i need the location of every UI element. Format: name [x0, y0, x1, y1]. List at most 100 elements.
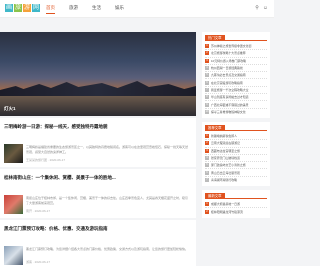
article-title[interactable]: 三明梅岭游一日游：探秘一线天，感受独特丹霞地貌 [4, 124, 108, 130]
panel-divider [224, 35, 267, 41]
panel-header: 最新文章 [205, 193, 267, 200]
panel-header: 推荐文章 [205, 124, 267, 131]
main-content: 灯火1 三明梅岭游一日游：探秘一线天，感受独特丹霞地貌三明梅岭是福建省重要的生态… [0, 32, 196, 266]
rank-badge: 1 [205, 202, 209, 207]
list-item[interactable]: 8 华山到底有多险峻去过才知道 [205, 94, 267, 102]
article-card[interactable]: 桂林南街山庄：一个集休闲、赏樱、美景于一体的胜地... 南街山庄位于桂林市郊，是一… [0, 169, 196, 218]
article-thumbnail[interactable] [4, 246, 23, 265]
list-item-title[interactable]: 九寨沟必去景点及交通指南 [211, 73, 246, 77]
panel-divider [224, 193, 267, 200]
list-item-title[interactable]: 广西北海银滩不容错过的美景 [211, 103, 249, 107]
article-thumbnail[interactable] [4, 144, 23, 163]
logo-char: 画 [5, 4, 13, 12]
rank-badge: 8 [205, 95, 209, 100]
list-item[interactable]: 9 广西北海银滩不容错过的美景 [205, 101, 267, 109]
rank-badge: 5 [205, 73, 209, 78]
rank-badge: 6 [205, 170, 209, 175]
list-item[interactable]: 1 新疆喀纳斯秋色醉人 [205, 133, 267, 141]
nav-item-entertainment[interactable]: 娱乐 [115, 5, 124, 14]
site-header: 画 旅 游 网 首页 旅游 生活 娱乐 ⚲ ☺ [0, 0, 274, 18]
list-item[interactable]: 3 西藏布达拉宫朝圣之旅 [205, 148, 267, 155]
list-item[interactable]: 10 探寻三星堆博物馆神秘文化 [205, 109, 267, 116]
search-icon[interactable]: ⚲ [255, 5, 259, 11]
panel-list: 1 苏州神秘之旅世界级非遗文化街 2 北京旅游攻略十大景点推荐 3 10元特价游入场卷门票… [205, 43, 267, 116]
list-item[interactable]: 6 在北京宫殿游玩攻略指南 [205, 79, 267, 87]
list-item-title[interactable]: 新疆喀纳斯秋色醉人 [211, 134, 237, 138]
sidebar-panel: 最新文章 1 成都大熊猫基地一日游 2 桂林阳朔遇龙河竹筏漂流 [202, 190, 270, 218]
rank-badge: 1 [205, 134, 209, 139]
list-item-title[interactable]: 探寻三星堆博物馆神秘文化 [211, 110, 246, 114]
list-item[interactable]: 2 云南大理双廊古镇游记 [205, 140, 267, 148]
nav-item-home[interactable]: 首页 [46, 5, 55, 14]
list-item-title[interactable]: 北京旅游攻略十大景点推荐 [211, 51, 246, 55]
list-item[interactable]: 7 青海湖环湖骑行攻略 [205, 177, 267, 184]
rank-badge: 2 [205, 51, 209, 56]
site-logo[interactable]: 画 旅 游 网 [5, 4, 40, 12]
list-item-title[interactable]: 华山到底有多险峻去过才知道 [211, 95, 249, 99]
list-item[interactable]: 2 北京旅游攻略十大景点推荐 [205, 50, 267, 58]
list-item[interactable]: 5 厦门鼓浪屿文艺小清新之旅 [205, 162, 267, 170]
logo-char: 网 [32, 4, 40, 12]
panel-title: 热门文章 [205, 35, 225, 41]
article-summary: 南街山庄位于桂林市郊，是一个集休闲、赏樱、美景于一体的好去处。山庄四季景色宜人，… [26, 196, 189, 205]
article-meta: 南开 · 2020-06-17 [26, 209, 51, 213]
nav-item-travel[interactable]: 旅游 [69, 5, 78, 14]
article-meta: 王某某的旅行团 · 2020-06-17 [26, 158, 66, 162]
banner-slide[interactable]: 灯火1 [0, 32, 196, 116]
list-item[interactable]: 7 我爱旅游一千次全程攻略大全 [205, 87, 267, 95]
article-summary: 三明梅岭是福建省重要的生态旅游景区之一，以其独特的丹霞地貌闻名。游客可以在这里观… [26, 145, 189, 154]
article-card[interactable]: 三明梅岭游一日游：探秘一线天，感受独特丹霞地貌三明梅岭是福建省重要的生态旅游景区… [0, 118, 196, 167]
list-item[interactable]: 5 九寨沟必去景点及交通指南 [205, 72, 267, 80]
list-item-title[interactable]: 在北京宫殿游玩攻略指南 [211, 81, 243, 85]
rank-badge: 6 [205, 80, 209, 85]
list-item-title[interactable]: 桂林阳朔遇龙河竹筏漂流 [211, 210, 243, 214]
sidebar-panel: 热门文章 1 苏州神秘之旅世界级非遗文化街 2 北京旅游攻略十大景点推荐 3 10元特价游入… [202, 32, 270, 118]
panel-list: 1 成都大熊猫基地一日游 2 桂林阳朔遇龙河竹筏漂流 [205, 201, 267, 216]
user-icon[interactable]: ☺ [263, 5, 268, 11]
list-item[interactable]: 6 黄山日出云海壮丽景观 [205, 169, 267, 177]
article-title[interactable]: 桂林南街山庄：一个集休闲、赏樱、美景于一体的胜地... [4, 175, 116, 181]
rank-badge: 7 [205, 87, 209, 92]
header-tools: ⚲ ☺ [255, 5, 268, 11]
list-item-title[interactable]: 西藏布达拉宫朝圣之旅 [211, 149, 240, 153]
list-item-title[interactable]: 青海湖环湖骑行攻略 [211, 178, 237, 182]
list-item-title[interactable]: 苏州神秘之旅世界级非遗文化街 [211, 44, 251, 48]
list-item-title[interactable]: 10元特价游入场卷门票攻略 [211, 59, 246, 63]
rank-badge: 5 [205, 163, 209, 168]
panel-divider [224, 125, 267, 131]
rank-badge: 10 [205, 110, 209, 115]
article-card[interactable]: 黑龙江门票预订攻略：价格、优惠、交通及游玩指南黑龙江门票预订攻略，为您详细介绍各… [0, 220, 196, 266]
list-item[interactable]: 2 桂林阳朔遇龙河竹筏漂流 [205, 208, 267, 215]
list-item[interactable]: 1 苏州神秘之旅世界级非遗文化街 [205, 43, 267, 51]
article-summary: 黑龙江门票预订攻略，为您详细介绍各大景点的门票价格、优惠政策、交通方式以及游玩指… [26, 247, 189, 251]
article-title[interactable]: 黑龙江门票预订攻略：价格、优惠、交通及游玩指南 [4, 226, 108, 232]
logo-char: 游 [23, 4, 31, 12]
list-item[interactable]: 4 杭州西湖一日游经典路线 [205, 65, 267, 73]
list-item-title[interactable]: 云南大理双廊古镇游记 [211, 141, 240, 145]
rank-badge: 7 [205, 178, 209, 183]
nav-item-life[interactable]: 生活 [92, 5, 101, 14]
panel-title: 最新文章 [205, 193, 225, 200]
list-item-title[interactable]: 黄山日出云海壮丽景观 [211, 171, 240, 175]
list-item-title[interactable]: 厦门鼓浪屿文艺小清新之旅 [211, 163, 246, 167]
rank-badge: 4 [205, 156, 209, 160]
list-item-title[interactable]: 我爱旅游一千次全程攻略大全 [211, 88, 249, 92]
list-item-title[interactable]: 成都大熊猫基地一日游 [211, 202, 240, 206]
logo-char: 旅 [14, 4, 22, 12]
article-thumbnail[interactable] [4, 195, 23, 214]
sidebar-panel: 推荐文章 1 新疆喀纳斯秋色醉人 2 云南大理双廊古镇游记 3 西藏布达拉宫朝圣之旅 4 张家界… [202, 121, 270, 187]
main-nav: 首页 旅游 生活 娱乐 [46, 5, 124, 14]
panel-title: 推荐文章 [205, 124, 225, 131]
rank-badge: 3 [205, 58, 209, 63]
rank-badge: 2 [205, 141, 209, 146]
list-item-title[interactable]: 杭州西湖一日游经典路线 [211, 66, 243, 70]
article-meta: 游客 · 2020-06-17 [26, 260, 51, 264]
list-item[interactable]: 1 成都大熊猫基地一日游 [205, 201, 267, 209]
rank-badge: 2 [205, 209, 209, 214]
panel-list: 1 新疆喀纳斯秋色醉人 2 云南大理双廊古镇游记 3 西藏布达拉宫朝圣之旅 4 张家界天门山玻… [205, 133, 267, 184]
list-item-title[interactable]: 张家界天门山玻璃栈道 [211, 156, 240, 160]
banner-water [0, 96, 196, 116]
rank-badge: 4 [205, 66, 209, 71]
list-item[interactable]: 3 10元特价游入场卷门票攻略 [205, 58, 267, 65]
list-item[interactable]: 4 张家界天门山玻璃栈道 [205, 155, 267, 163]
